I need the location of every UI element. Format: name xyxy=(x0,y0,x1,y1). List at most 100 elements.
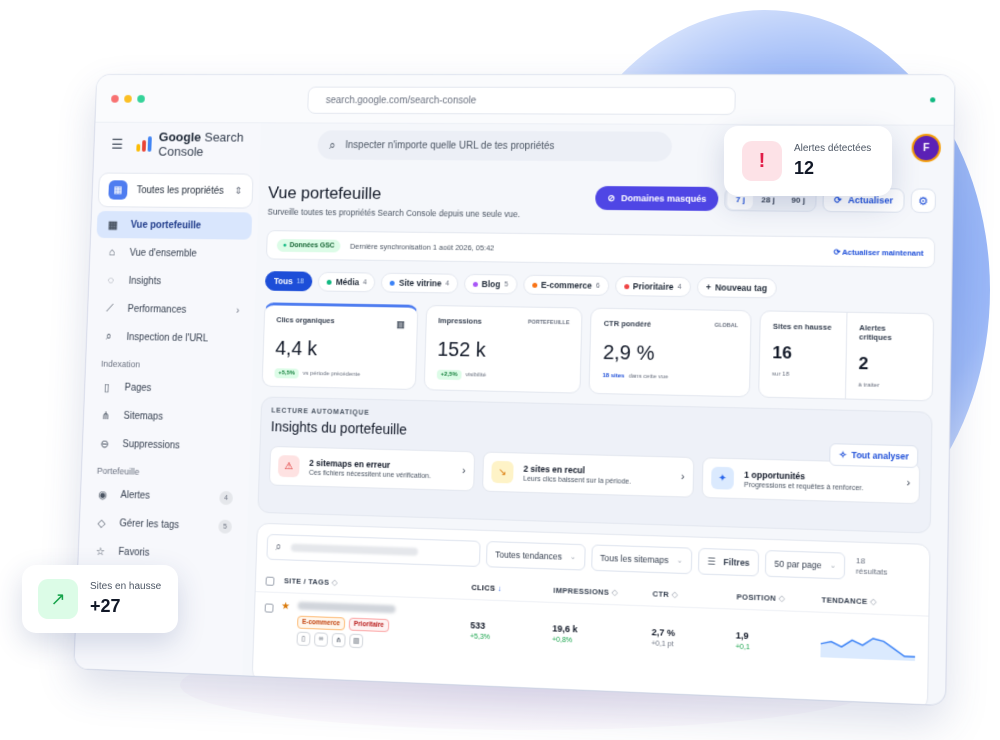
tag-filter[interactable]: Tous 18 xyxy=(264,271,314,292)
filters-button[interactable]: ☰ Filtres xyxy=(697,547,760,577)
bar-chart-icon[interactable]: ▥ xyxy=(349,633,364,648)
col-position[interactable]: POSITION ◇ xyxy=(736,592,821,604)
section-indexation: Indexation xyxy=(100,358,141,370)
trend-up-icon: ↗ xyxy=(38,579,78,619)
insight-title: 1 opportunités xyxy=(744,469,806,481)
floating-alerts-card: ! Alertes détectées 12 xyxy=(724,126,892,196)
settings-button[interactable]: ⚙ xyxy=(910,188,937,214)
tag-count: 5 xyxy=(504,280,509,288)
tag-count: 4 xyxy=(445,280,450,288)
property-select[interactable]: ▦ Toutes les propriétés ⇕ xyxy=(97,172,254,209)
eye-off-icon: ⊘ xyxy=(607,192,616,203)
home-icon: ⌂ xyxy=(108,246,116,259)
sort-icon: ◇ xyxy=(870,597,877,607)
tag-label: Prioritaire xyxy=(632,281,674,292)
tag-color-dot xyxy=(472,281,478,287)
col-site-label: SITE / TAGS xyxy=(283,576,330,587)
sidebar-item[interactable]: ◇ Gérer les tags 5 xyxy=(85,508,242,541)
row-checkbox[interactable] xyxy=(264,602,274,613)
refresh-now-link[interactable]: ⟳ Actualiser maintenant xyxy=(834,247,924,257)
sidebar-item[interactable]: ◌ Insights xyxy=(94,267,250,296)
tag-filter[interactable]: Blog 5 xyxy=(463,273,518,295)
sidebar-item[interactable]: ⊖ Suppressions xyxy=(88,430,245,462)
col-ctr[interactable]: CTR ◇ xyxy=(652,589,736,601)
tag-filter[interactable]: Site vitrine 4 xyxy=(381,272,459,294)
properties-icon: ▦ xyxy=(108,180,128,200)
sidebar-item[interactable]: ⋔ Sitemaps xyxy=(89,401,245,432)
hamburger-icon[interactable]: ☰ xyxy=(111,136,123,152)
kpi-rising-note: sur 18 xyxy=(771,371,790,378)
sidebar-item[interactable]: ⌂ Vue d'ensemble xyxy=(95,239,251,268)
analyse-all-label: Tout analyser xyxy=(851,449,909,462)
insight-sitemap-errors[interactable]: ⚠ 2 sitemaps en erreur Ces fichiers néces… xyxy=(268,445,476,492)
insight-declining-sites[interactable]: ↘ 2 sites en recul Leurs clics baissent s… xyxy=(482,451,695,498)
trend-filter-select[interactable]: Toutes tendances ⌄ xyxy=(485,541,586,571)
tag-filter[interactable]: Prioritaire 4 xyxy=(614,275,691,298)
minimize-dot[interactable] xyxy=(124,94,132,103)
plus-icon: + xyxy=(705,282,712,293)
kpi-row: Clics organiques ▥ 4,4 k +5,5% vs période… xyxy=(252,290,951,402)
tag-count: 6 xyxy=(595,282,600,290)
tag-label: Tous xyxy=(273,276,293,287)
sitemap-filter-select[interactable]: Tous les sitemaps ⌄ xyxy=(590,544,693,575)
new-tag-button[interactable]: + Nouveau tag xyxy=(696,277,777,299)
tag-count: 18 xyxy=(296,277,305,285)
page-icon[interactable]: ▯ xyxy=(296,631,311,646)
tag-filter[interactable]: Média 4 xyxy=(318,271,376,293)
floating-rising-card: ↗ Sites en hausse +27 xyxy=(22,565,178,633)
kpi-impressions: Impressions PORTEFEUILLE 152 k +2,5% visi… xyxy=(423,304,584,394)
select-all-checkbox[interactable] xyxy=(265,576,275,586)
sidebar-item[interactable]: ⟋ Performances › xyxy=(93,295,249,325)
star-icon[interactable]: ★ xyxy=(281,601,290,612)
row-ctr-delta: +0,1 pt xyxy=(651,639,674,648)
hidden-domains-button[interactable]: ⊘ Domaines masqués xyxy=(595,186,719,212)
maximize-dot[interactable] xyxy=(137,94,145,103)
address-bar[interactable]: search.google.com/search-console xyxy=(307,86,736,116)
chevron-updown-icon: ⇕ xyxy=(234,185,243,197)
sidebar-item-label: Sitemaps xyxy=(123,410,164,423)
tag-chip-priority: Prioritaire xyxy=(348,617,390,632)
gear-icon: ⚙ xyxy=(918,195,929,208)
col-impressions[interactable]: IMPRESSIONS ◇ xyxy=(553,586,652,599)
hidden-domains-label: Domaines masqués xyxy=(621,193,707,204)
kpi-ctr-note: dans cette vue xyxy=(628,373,669,381)
table-search-input[interactable]: ⌕ xyxy=(266,533,481,568)
sidebar-item[interactable]: ◉ Alertes 4 xyxy=(86,480,243,512)
tag-label: Média xyxy=(335,276,360,288)
alert-icon: ◉ xyxy=(97,488,108,501)
row-impressions-delta: +0,8% xyxy=(551,635,573,644)
kpi-impressions-delta: +2,5% xyxy=(436,369,462,381)
sidebar-item[interactable]: ▦ Vue portefeuille xyxy=(96,210,253,240)
col-trend[interactable]: TENDANCE ◇ xyxy=(821,595,916,608)
tag-color-dot xyxy=(390,280,396,286)
close-dot[interactable] xyxy=(111,94,119,103)
tag-filter[interactable]: E-commerce 6 xyxy=(522,274,610,296)
kpi-clicks-delta: +5,5% xyxy=(274,368,299,379)
avatar[interactable]: F xyxy=(913,135,939,161)
sidebar-item[interactable]: ▯ Pages xyxy=(90,373,246,404)
sync-text: Dernière synchronisation 1 août 2026, 05… xyxy=(349,241,495,252)
kpi-clicks-note: vs période précédente xyxy=(302,370,361,378)
kpi-clicks-value: 4,4 k xyxy=(275,337,318,361)
sidebar-item[interactable]: ⌕ Inspection de l'URL xyxy=(92,323,248,353)
sparkline-area xyxy=(820,636,916,661)
page-title: Vue portefeuille xyxy=(267,183,382,203)
insight-title: 2 sitemaps en erreur xyxy=(309,457,391,470)
new-tag-label: Nouveau tag xyxy=(714,282,768,294)
col-clicks[interactable]: CLICS ↓ xyxy=(471,583,553,595)
url-inspect-search[interactable]: ⌕ Inspecter n'importe quelle URL de tes … xyxy=(317,130,673,162)
chevron-down-icon: ⌄ xyxy=(829,562,837,570)
col-ctr-label: CTR xyxy=(652,589,670,600)
results-count: 18 résultats xyxy=(856,556,888,577)
page-size-select[interactable]: 50 par page ⌄ xyxy=(764,550,846,580)
tag-chip-ecommerce: E-commerce xyxy=(297,615,346,630)
sort-icon: ◇ xyxy=(778,593,785,604)
link-icon[interactable]: ∞ xyxy=(313,631,329,647)
page-icon: ▯ xyxy=(103,381,110,394)
col-site[interactable]: SITE / TAGS ◇ xyxy=(265,576,472,593)
remove-icon: ⊖ xyxy=(100,438,110,451)
sitemap-icon[interactable]: ⋔ xyxy=(331,632,346,648)
analyse-all-button[interactable]: ✧ Tout analyser xyxy=(829,443,919,469)
lightbulb-icon: ◌ xyxy=(107,274,115,287)
kpi-impressions-value: 152 k xyxy=(437,338,486,362)
